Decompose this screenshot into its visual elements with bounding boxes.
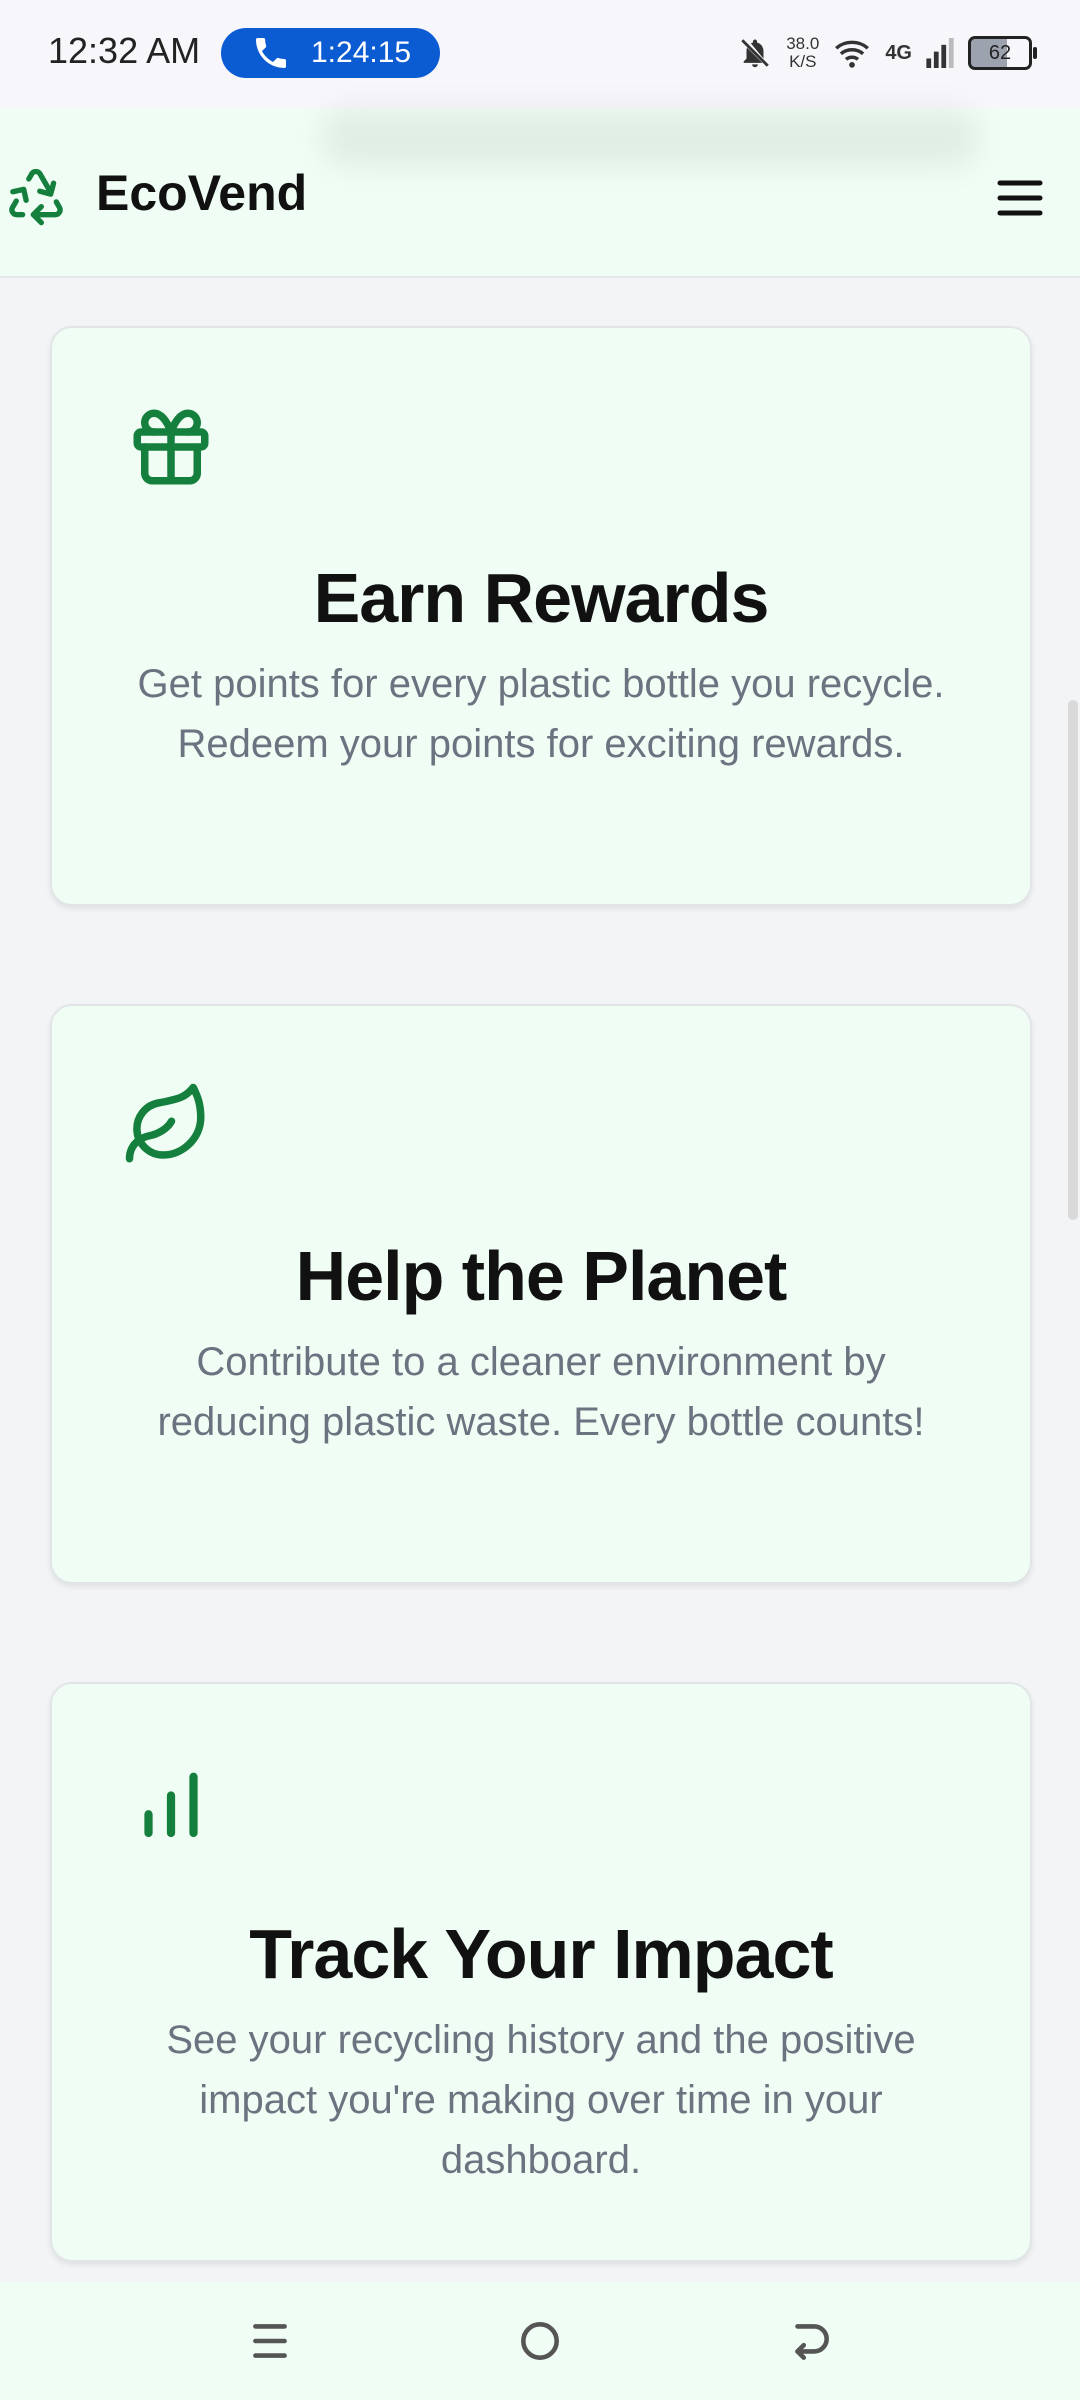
card-description: Contribute to a cleaner environment by r… bbox=[157, 1340, 925, 1444]
header-shadow bbox=[320, 108, 980, 168]
leaf-icon bbox=[125, 1083, 205, 1163]
back-icon[interactable] bbox=[785, 2316, 835, 2366]
bar-chart-icon bbox=[144, 1772, 198, 1838]
notifications-muted-icon bbox=[741, 39, 769, 68]
ongoing-call-pill[interactable]: 1:24:15 bbox=[221, 28, 440, 78]
scrollbar[interactable] bbox=[1068, 700, 1078, 1220]
app-header: EcoVend bbox=[0, 108, 1080, 278]
status-bar: 12:32 AM 1:24:15 38.0 K/S 4G 62 bbox=[0, 0, 1080, 108]
feature-card-track-impact: Track Your Impact See your recycling his… bbox=[50, 1682, 1032, 2262]
card-title: Earn Rewards bbox=[313, 559, 770, 637]
phone-icon bbox=[256, 38, 286, 68]
feature-card-help-planet: Help the Planet Contribute to a cleaner … bbox=[50, 1004, 1032, 1584]
wifi-icon bbox=[835, 40, 870, 68]
card-description: See your recycling history and the posit… bbox=[166, 2018, 916, 2182]
home-icon[interactable] bbox=[515, 2316, 565, 2366]
feature-card-earn-rewards: Earn Rewards Get points for every plasti… bbox=[50, 326, 1032, 906]
network-speed: 38.0 K/S bbox=[786, 35, 819, 71]
network-speed-unit: K/S bbox=[789, 52, 817, 71]
battery-indicator: 62 bbox=[968, 36, 1037, 70]
system-nav-bar bbox=[0, 2282, 1080, 2400]
gift-icon bbox=[133, 409, 209, 485]
status-icons: 38.0 K/S 4G 62 bbox=[738, 28, 1037, 78]
recycle-icon[interactable] bbox=[4, 164, 68, 228]
network-type: 4G bbox=[885, 41, 912, 64]
signal-icon bbox=[926, 38, 954, 68]
network-speed-value: 38.0 bbox=[786, 34, 820, 53]
status-time: 12:32 AM bbox=[48, 30, 201, 71]
card-title: Help the Planet bbox=[295, 1237, 788, 1315]
card-description: Get points for every plastic bottle you … bbox=[137, 662, 945, 766]
call-timer: 1:24:15 bbox=[311, 36, 412, 69]
brand-name[interactable]: EcoVend bbox=[96, 164, 307, 222]
recent-apps-icon[interactable] bbox=[245, 2316, 295, 2366]
battery-level: 62 bbox=[988, 41, 1012, 64]
card-title: Track Your Impact bbox=[249, 1915, 833, 1993]
hamburger-menu-icon[interactable] bbox=[990, 168, 1050, 228]
